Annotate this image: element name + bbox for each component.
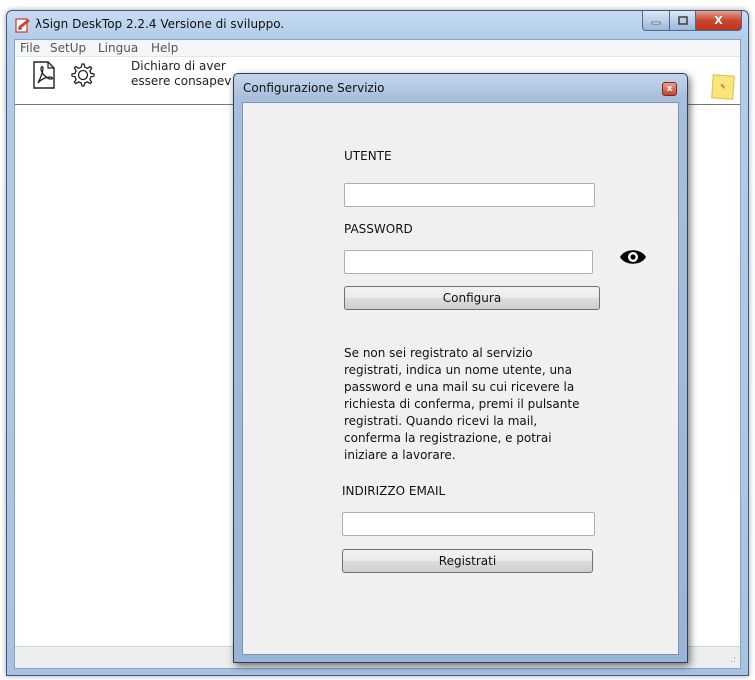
- window-title: λSign DeskTop 2.2.4 Versione di sviluppo…: [35, 17, 285, 31]
- utente-input[interactable]: [344, 183, 595, 207]
- configura-button[interactable]: Configura: [344, 286, 600, 310]
- maximize-button[interactable]: [670, 11, 696, 31]
- close-button[interactable]: X: [696, 11, 742, 31]
- close-icon: x: [666, 84, 673, 94]
- registration-info: Se non sei registrato al servizio regist…: [344, 346, 580, 462]
- email-input[interactable]: [342, 512, 595, 536]
- close-icon: X: [714, 14, 723, 27]
- maximize-icon: [677, 16, 688, 25]
- minimize-button[interactable]: [642, 11, 670, 31]
- pdf-icon[interactable]: [31, 61, 57, 89]
- config-dialog: Configurazione Servizio x UTENTE PASSWOR…: [233, 73, 688, 663]
- note-icon[interactable]: ✎: [711, 74, 735, 100]
- menu-bar: File SetUp Lingua Help: [15, 40, 740, 57]
- password-label: PASSWORD: [344, 222, 413, 236]
- utente-label: UTENTE: [344, 149, 392, 163]
- dialog-title: Configurazione Servizio: [243, 81, 385, 95]
- registrati-button[interactable]: Registrati: [342, 549, 593, 573]
- eye-icon[interactable]: [619, 247, 647, 267]
- declaration-line-1: Dichiaro di aver: [131, 59, 226, 73]
- app-icon: [15, 18, 30, 33]
- gear-icon[interactable]: [67, 61, 97, 89]
- menu-file[interactable]: File: [20, 41, 40, 55]
- menu-lingua[interactable]: Lingua: [98, 41, 138, 55]
- minimize-icon: [651, 21, 661, 24]
- menu-help[interactable]: Help: [151, 41, 178, 55]
- declaration-line-2: essere consapev: [131, 74, 232, 88]
- declaration-text: Dichiaro di aver essere consapev: [131, 59, 231, 89]
- password-input[interactable]: [344, 250, 593, 274]
- email-label: INDIRIZZO EMAIL: [342, 484, 446, 498]
- menu-setup[interactable]: SetUp: [50, 41, 86, 55]
- resize-grip-icon[interactable]: .:: [730, 655, 736, 665]
- dialog-body: UTENTE PASSWORD Configura Se non sei reg…: [242, 102, 679, 655]
- dialog-close-button[interactable]: x: [662, 82, 677, 96]
- title-bar[interactable]: λSign DeskTop 2.2.4 Versione di sviluppo…: [7, 11, 748, 39]
